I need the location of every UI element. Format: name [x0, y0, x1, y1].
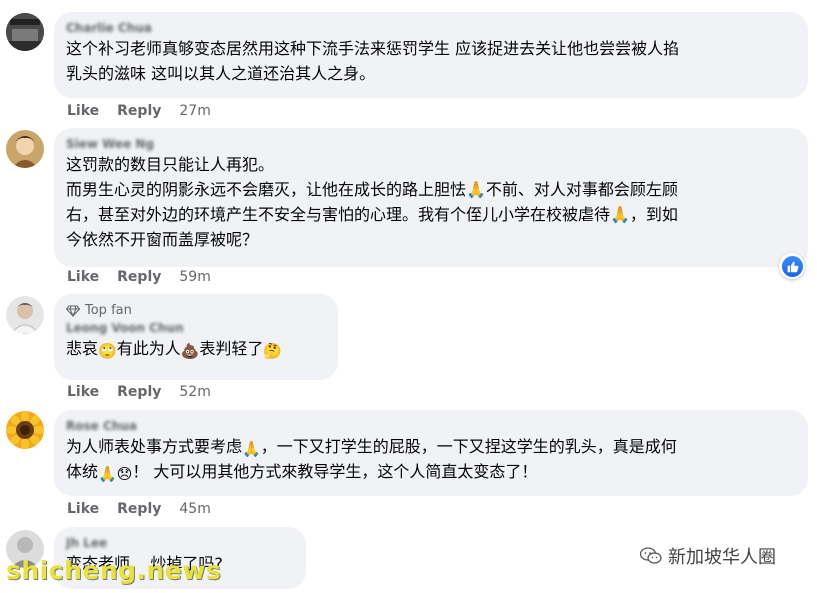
avatar-image-icon [6, 296, 44, 334]
comment-actions: Like Reply 59m [67, 269, 211, 285]
reply-button[interactable]: Reply [117, 269, 161, 285]
like-button[interactable]: Like [67, 103, 99, 119]
wechat-icon [640, 547, 662, 564]
timestamp[interactable]: 45m [179, 501, 210, 517]
watermark-shicheng: shicheng.news [6, 556, 222, 585]
watermark-wechat: 新加坡华人圈 [640, 543, 776, 569]
thumbs-up-icon [787, 261, 798, 272]
sunflower-avatar-icon [6, 411, 44, 449]
top-fan-badge: Top fan [66, 302, 326, 320]
avatar[interactable] [6, 130, 44, 168]
like-button[interactable]: Like [67, 384, 99, 400]
comment-text-part: ！ 大可以用其他方式來教导学生，这个人简直太变态了！ [132, 462, 538, 481]
comment-author[interactable]: Jh Lee [66, 535, 294, 551]
comment-author[interactable]: Rose Chua [66, 418, 796, 434]
comment-bubble: Rose Chua 为人师表处事方式要考虑🙏，一下又打学生的屁股，一下又捏这学生… [54, 410, 808, 496]
reply-button[interactable]: Reply [117, 384, 161, 400]
like-button[interactable]: Like [67, 269, 99, 285]
rolling-eyes-emoji: 🙄 [98, 342, 117, 360]
comment-bubble: Top fan Leong Voon Chun 悲哀🙄有此为人💩表判轻了🤔 [54, 294, 338, 380]
comment-text-part: 有此为人 [116, 339, 181, 358]
comment-text: 这罚款的数目只能让人再犯。 而男生心灵的阴影永远不会磨灭，让他在成长的路上胆怯🙏… [66, 155, 678, 249]
diamond-icon [66, 305, 80, 317]
watermark-text: 新加坡华人圈 [668, 547, 776, 568]
reply-button[interactable]: Reply [117, 501, 161, 517]
comment-text-part: ，一下又打学生的屁股，一下又捏这学生的乳头，真是成何 [260, 437, 677, 456]
missing-glyph-icon: 🙏 [98, 465, 117, 483]
timestamp[interactable]: 52m [179, 384, 210, 400]
avatar[interactable] [6, 411, 44, 449]
comment-actions: Like Reply 27m [67, 103, 211, 119]
comment-text: 悲哀🙄有此为人💩表判轻了🤔 [66, 336, 326, 361]
comment-actions: Like Reply 52m [67, 384, 211, 400]
avatar[interactable] [6, 296, 44, 334]
avatar-image-icon [6, 130, 44, 168]
comment-text-part: 表判轻了 [199, 339, 264, 358]
comment-author[interactable]: Leong Voon Chun [66, 320, 326, 336]
missing-glyph-icon: 🙏 [242, 440, 261, 458]
comment-text: 这个补习老师真够变态居然用这种下流手法来惩罚学生 应该捉进去关让他也尝尝被人掐 … [66, 39, 680, 83]
avatar-image-icon [6, 13, 44, 51]
avatar[interactable] [6, 13, 44, 51]
comment-author[interactable]: Charlie Chua [66, 20, 796, 36]
thinking-emoji: 🤔 [263, 342, 283, 360]
comment-text-part: 为人师表处事方式要考虑 [66, 437, 243, 456]
poop-emoji: 💩 [180, 342, 200, 360]
timestamp[interactable]: 27m [179, 103, 210, 119]
comment-text-part: 悲哀 [66, 339, 99, 358]
timestamp[interactable]: 59m [179, 269, 210, 285]
comment-text-part: 体统 [66, 462, 99, 481]
comment-bubble: Charlie Chua 这个补习老师真够变态居然用这种下流手法来惩罚学生 应该… [54, 12, 808, 98]
like-reaction-badge[interactable] [779, 253, 805, 279]
sad-emoji: 😞 [116, 465, 133, 483]
comment-bubble: Siew Wee Ng 这罚款的数目只能让人再犯。 而男生心灵的阴影永远不会磨灭… [54, 128, 808, 267]
comment-author[interactable]: Siew Wee Ng [66, 136, 796, 152]
top-fan-label: Top fan [85, 303, 132, 318]
like-button[interactable]: Like [67, 501, 99, 517]
comment-actions: Like Reply 45m [67, 501, 211, 517]
comment-text: 为人师表处事方式要考虑🙏，一下又打学生的屁股，一下又捏这学生的乳头，真是成何 体… [66, 434, 796, 484]
reply-button[interactable]: Reply [117, 103, 161, 119]
